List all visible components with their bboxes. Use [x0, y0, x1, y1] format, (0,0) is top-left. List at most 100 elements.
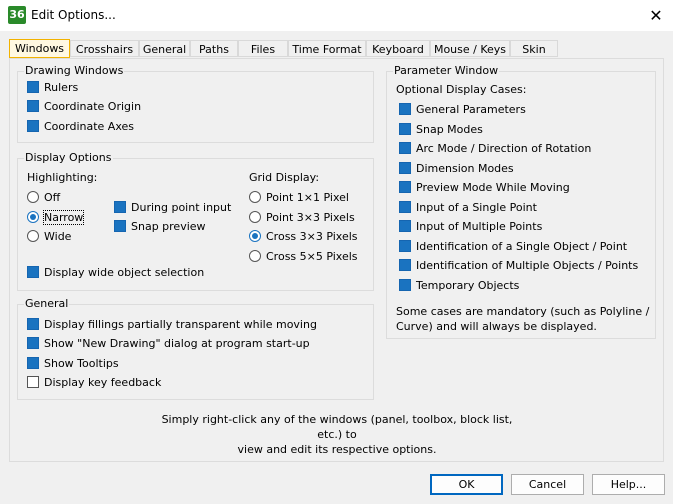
single-object-identification-checkbox[interactable]: Identification of a Single Object / Poin…	[399, 238, 627, 254]
checkbox-box	[27, 337, 39, 349]
group-title: Drawing Windows	[24, 64, 125, 78]
radio-button	[249, 211, 261, 223]
tab-windows[interactable]: Windows	[9, 39, 70, 58]
checkbox-box	[27, 376, 39, 388]
single-point-input-checkbox[interactable]: Input of a Single Point	[399, 199, 537, 215]
new-drawing-dialog-checkbox[interactable]: Show "New Drawing" dialog at program sta…	[27, 335, 310, 351]
multiple-points-input-checkbox[interactable]: Input of Multiple Points	[399, 218, 542, 234]
checkbox-box	[399, 162, 411, 174]
radio-button	[249, 250, 261, 262]
dimension-modes-checkbox[interactable]: Dimension Modes	[399, 160, 514, 176]
checkbox-label: Coordinate Axes	[44, 119, 134, 133]
group-title: Display Options	[24, 151, 113, 165]
checkbox-box	[399, 103, 411, 115]
checkbox-label: Rulers	[44, 80, 79, 94]
checkbox-box	[27, 81, 39, 93]
highlight-wide-radio[interactable]: Wide	[27, 228, 71, 244]
help-button[interactable]: Help...	[592, 474, 665, 495]
optional-display-cases-label: Optional Display Cases:	[396, 83, 527, 96]
close-icon[interactable]: ✕	[646, 6, 666, 26]
general-parameters-checkbox[interactable]: General Parameters	[399, 101, 526, 117]
group-title: General	[24, 297, 70, 311]
key-feedback-checkbox[interactable]: Display key feedback	[27, 374, 161, 390]
checkbox-label: Snap Modes	[416, 122, 483, 136]
checkbox-label: Show "New Drawing" dialog at program sta…	[44, 336, 310, 350]
radio-label: Point 1×1 Pixel	[266, 190, 349, 204]
tab-time-format[interactable]: Time Format	[288, 40, 366, 57]
footer-line: Simply right-click any of the windows (p…	[161, 413, 513, 441]
checkbox-label: Dimension Modes	[416, 161, 514, 175]
checkbox-label: Display wide object selection	[44, 265, 205, 279]
tab-paths[interactable]: Paths	[190, 40, 238, 57]
tab-mouse-keys[interactable]: Mouse / Keys	[430, 40, 510, 57]
wide-object-selection-checkbox[interactable]: Display wide object selection	[27, 264, 204, 280]
grid-cross-3x3-radio[interactable]: Cross 3×3 Pixels	[249, 228, 358, 244]
radio-label: Cross 5×5 Pixels	[266, 249, 358, 263]
checkbox-box	[114, 220, 126, 232]
checkbox-label: During point input	[131, 200, 232, 214]
multiple-objects-identification-checkbox[interactable]: Identification of Multiple Objects / Poi…	[399, 257, 638, 273]
checkbox-label: Preview Mode While Moving	[416, 180, 570, 194]
checkbox-box	[399, 240, 411, 252]
grid-display-label: Grid Display:	[249, 171, 320, 184]
snap-preview-checkbox[interactable]: Snap preview	[114, 218, 206, 234]
transparent-fillings-checkbox[interactable]: Display fillings partially transparent w…	[27, 316, 317, 332]
grid-point-3x3-radio[interactable]: Point 3×3 Pixels	[249, 209, 355, 225]
radio-label: Wide	[44, 229, 72, 243]
radio-button	[249, 191, 261, 203]
checkbox-label: Display fillings partially transparent w…	[44, 317, 317, 331]
ok-button[interactable]: OK	[430, 474, 503, 495]
checkbox-label: Temporary Objects	[416, 278, 520, 292]
coordinate-axes-checkbox[interactable]: Coordinate Axes	[27, 118, 134, 134]
coordinate-origin-checkbox[interactable]: Coordinate Origin	[27, 98, 141, 114]
checkbox-box	[399, 201, 411, 213]
checkbox-box	[399, 259, 411, 271]
checkbox-box	[27, 266, 39, 278]
checkbox-box	[399, 123, 411, 135]
tab-skin[interactable]: Skin	[510, 40, 558, 57]
radio-button	[27, 211, 39, 223]
checkbox-box	[27, 357, 39, 369]
checkbox-box	[399, 220, 411, 232]
radio-button	[249, 230, 261, 242]
arc-mode-checkbox[interactable]: Arc Mode / Direction of Rotation	[399, 140, 591, 156]
checkbox-box	[399, 181, 411, 193]
radio-button	[27, 230, 39, 242]
checkbox-label: Coordinate Origin	[44, 99, 142, 113]
highlight-narrow-radio[interactable]: Narrow	[27, 209, 85, 225]
radio-label: Narrow	[42, 209, 85, 225]
show-tooltips-checkbox[interactable]: Show Tooltips	[27, 355, 119, 371]
checkbox-box	[399, 142, 411, 154]
checkbox-label: General Parameters	[416, 102, 526, 116]
window-title: Edit Options...	[31, 8, 116, 22]
tab-crosshairs[interactable]: Crosshairs	[70, 40, 139, 57]
tab-files[interactable]: Files	[238, 40, 288, 57]
checkbox-label: Input of a Single Point	[416, 200, 537, 214]
mandatory-cases-note: Some cases are mandatory (such as Polyli…	[396, 304, 649, 334]
cancel-button[interactable]: Cancel	[511, 474, 584, 495]
checkbox-box	[27, 120, 39, 132]
rulers-checkbox[interactable]: Rulers	[27, 79, 78, 95]
tab-keyboard[interactable]: Keyboard	[366, 40, 430, 57]
checkbox-label: Arc Mode / Direction of Rotation	[416, 141, 592, 155]
checkbox-label: Identification of Multiple Objects / Poi…	[416, 258, 639, 272]
temporary-objects-checkbox[interactable]: Temporary Objects	[399, 277, 519, 293]
checkbox-box	[114, 201, 126, 213]
note-line: Curve) and will always be displayed.	[396, 320, 597, 333]
checkbox-box	[399, 279, 411, 291]
grid-point-1x1-radio[interactable]: Point 1×1 Pixel	[249, 189, 349, 205]
highlight-off-radio[interactable]: Off	[27, 189, 60, 205]
footer-hint: Simply right-click any of the windows (p…	[150, 412, 524, 457]
preview-mode-checkbox[interactable]: Preview Mode While Moving	[399, 179, 570, 195]
radio-label: Cross 3×3 Pixels	[266, 229, 358, 243]
tab-general[interactable]: General	[139, 40, 190, 57]
checkbox-label: Show Tooltips	[44, 356, 119, 370]
grid-cross-5x5-radio[interactable]: Cross 5×5 Pixels	[249, 248, 358, 264]
snap-modes-checkbox[interactable]: Snap Modes	[399, 121, 483, 137]
app-icon: 36	[8, 6, 26, 24]
checkbox-label: Identification of a Single Object / Poin…	[416, 239, 628, 253]
during-point-input-checkbox[interactable]: During point input	[114, 199, 231, 215]
checkbox-box	[27, 100, 39, 112]
group-title: Parameter Window	[393, 64, 500, 78]
checkbox-label: Input of Multiple Points	[416, 219, 543, 233]
